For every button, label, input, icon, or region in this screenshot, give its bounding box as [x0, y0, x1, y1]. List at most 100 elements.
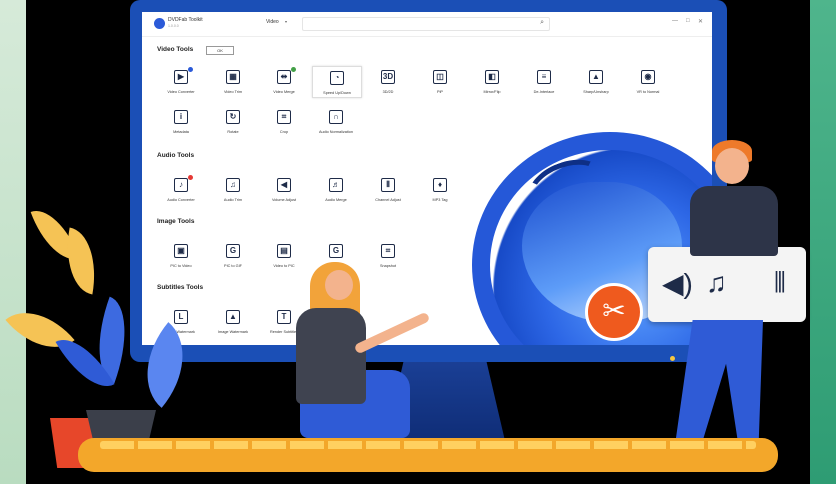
- tool-video-to-pic[interactable]: ▤ Video to PIC: [260, 244, 308, 268]
- tool-channel[interactable]: ⫴ Channel Adjust: [364, 178, 412, 202]
- right-border: [810, 0, 836, 484]
- tool-deinterlace[interactable]: ≡ De-Interlace: [520, 70, 568, 94]
- pic-to-video-icon: ▣: [174, 244, 188, 258]
- chevron-down-icon[interactable]: ▾: [285, 19, 287, 24]
- tool-tag[interactable]: ♦ MP3 Tag: [416, 178, 464, 202]
- dvdfab-logo-icon: [154, 18, 165, 29]
- video-converter-icon: ▶: [174, 70, 188, 84]
- keyboard-keys: [100, 441, 756, 449]
- tool-film-trim[interactable]: ▦ Video Trim: [209, 70, 257, 94]
- tool-label: MP3 Tag: [432, 198, 448, 202]
- tool-label: VR to Normal: [636, 90, 660, 94]
- deinterlace-icon: ≡: [537, 70, 551, 84]
- badge: [188, 175, 193, 180]
- sharp-icon: ▲: [589, 70, 603, 84]
- section-title-audio: Audio Tools: [157, 152, 195, 159]
- man-body: [690, 186, 778, 256]
- tool-label: PIC to GIF: [224, 264, 242, 268]
- tool-label: Video Converter: [167, 90, 195, 94]
- power-led: [670, 356, 675, 361]
- snapshot-icon: ⌗: [381, 244, 395, 258]
- woman-body: [296, 308, 366, 404]
- tool-label: Audio Trim: [223, 198, 243, 202]
- woman-head: [325, 270, 353, 300]
- badge: [188, 67, 193, 72]
- tool-vr[interactable]: ◉ VR to Normal: [624, 70, 672, 94]
- volume-icon: ◀): [662, 268, 693, 299]
- headphones-icon: ∩: [329, 110, 343, 124]
- tool-rotate[interactable]: ↻ Rotate: [209, 110, 257, 134]
- tool-3d[interactable]: 3D 3D/2D: [364, 70, 412, 94]
- tool-merge[interactable]: ⇹ Video Merge: [260, 67, 308, 94]
- app-name: DVDFab Toolkit: [168, 17, 203, 23]
- search-icon[interactable]: ⌕: [540, 19, 544, 27]
- rotate-icon: ↻: [226, 110, 240, 124]
- text-icon: T: [277, 310, 291, 324]
- tag-icon: ♦: [433, 178, 447, 192]
- tool-volume[interactable]: ◀ Volume Adjust: [260, 178, 308, 202]
- video-to-pic-icon: ▤: [277, 244, 291, 258]
- audio-merge-icon: ♬: [329, 178, 343, 192]
- audio-merge-icon: ♫: [706, 267, 727, 298]
- vr-icon: ◉: [641, 70, 655, 84]
- app-version: 1.0.0.0: [168, 24, 179, 28]
- tool-label: Speed Up/Down: [323, 91, 351, 95]
- tool-label: Sharp/Unsharp: [583, 90, 609, 94]
- tool-video-converter[interactable]: ▶ Video Converter: [157, 67, 205, 94]
- tool-audio-trim[interactable]: ♫ Audio Trim: [209, 178, 257, 202]
- section-title-image: Image Tools: [157, 218, 195, 225]
- tool-label: Rotate: [227, 130, 239, 134]
- tool-speed[interactable]: ◔ Speed Up/Down: [312, 66, 362, 98]
- category-select[interactable]: Video: [266, 19, 279, 25]
- tool-gif[interactable]: G PIC to GIF: [209, 244, 257, 268]
- tool-label: De-Interlace: [533, 90, 555, 94]
- gif-icon: G: [226, 244, 240, 258]
- pip-icon: ◫: [433, 70, 447, 84]
- audio-trim-icon: ♫: [226, 178, 240, 192]
- minimize-button[interactable]: —: [672, 18, 678, 24]
- tool-label: Video Trim: [223, 90, 243, 94]
- tool-label: Image Watermark: [217, 330, 249, 334]
- video-to-gif-icon: G: [329, 244, 343, 258]
- tool-label: Snapshot: [379, 264, 397, 268]
- ok-button[interactable]: OK: [206, 46, 234, 55]
- tool-metadata[interactable]: i Metadata: [157, 110, 205, 134]
- tool-label: Video to PIC: [273, 264, 295, 268]
- channel-icon: ⫴: [381, 178, 395, 192]
- volume-icon: ◀: [277, 178, 291, 192]
- tool-label: Crop: [279, 130, 289, 134]
- scissors-icon: ✂: [585, 283, 643, 341]
- tool-label: Audio Converter: [167, 198, 195, 202]
- film-trim-icon: ▦: [226, 70, 240, 84]
- tool-label: Channel Adjust: [375, 198, 401, 202]
- tool-label: Audio Normalization: [319, 130, 353, 134]
- tool-label: Mirror/Flip: [483, 90, 501, 94]
- title-bar: DVDFab Toolkit 1.0.0.0 Video ▾ ⌕ — □ ✕: [142, 12, 712, 37]
- maximize-button[interactable]: □: [686, 18, 690, 24]
- tool-image-watermark[interactable]: ▲ Image Watermark: [209, 310, 257, 334]
- speed-icon: ◔: [330, 71, 344, 85]
- tool-snapshot[interactable]: ⌗ Snapshot: [364, 244, 412, 268]
- 3d-icon: 3D: [381, 70, 395, 84]
- close-button[interactable]: ✕: [698, 18, 703, 25]
- tool-audio-converter[interactable]: ♪ Audio Converter: [157, 175, 205, 202]
- tool-pic-to-video[interactable]: ▣ PIC to Video: [157, 244, 205, 268]
- audio-converter-icon: ♪: [174, 178, 188, 192]
- tool-audio-merge[interactable]: ♬ Audio Merge: [312, 178, 360, 202]
- tool-crop[interactable]: ⌗ Crop: [260, 110, 308, 134]
- image-watermark-icon: ▲: [226, 310, 240, 324]
- merge-icon: ⇹: [277, 70, 291, 84]
- tool-mirror[interactable]: ◧ Mirror/Flip: [468, 70, 516, 94]
- channel-adjust-icon: ⫴: [774, 267, 786, 298]
- metadata-icon: i: [174, 110, 188, 124]
- audio-tools-panel: ◀) ♫ ⫴: [648, 247, 806, 322]
- tool-headphones[interactable]: ∩ Audio Normalization: [312, 110, 360, 134]
- tool-pip[interactable]: ◫ PiP: [416, 70, 464, 94]
- search-input[interactable]: ⌕: [302, 17, 550, 31]
- tool-label: Video Merge: [273, 90, 295, 94]
- left-border: [0, 0, 26, 484]
- time-watermark-icon: L: [174, 310, 188, 324]
- section-title-video: Video Tools: [157, 46, 194, 53]
- tool-sharp[interactable]: ▲ Sharp/Unsharp: [572, 70, 620, 94]
- mirror-icon: ◧: [485, 70, 499, 84]
